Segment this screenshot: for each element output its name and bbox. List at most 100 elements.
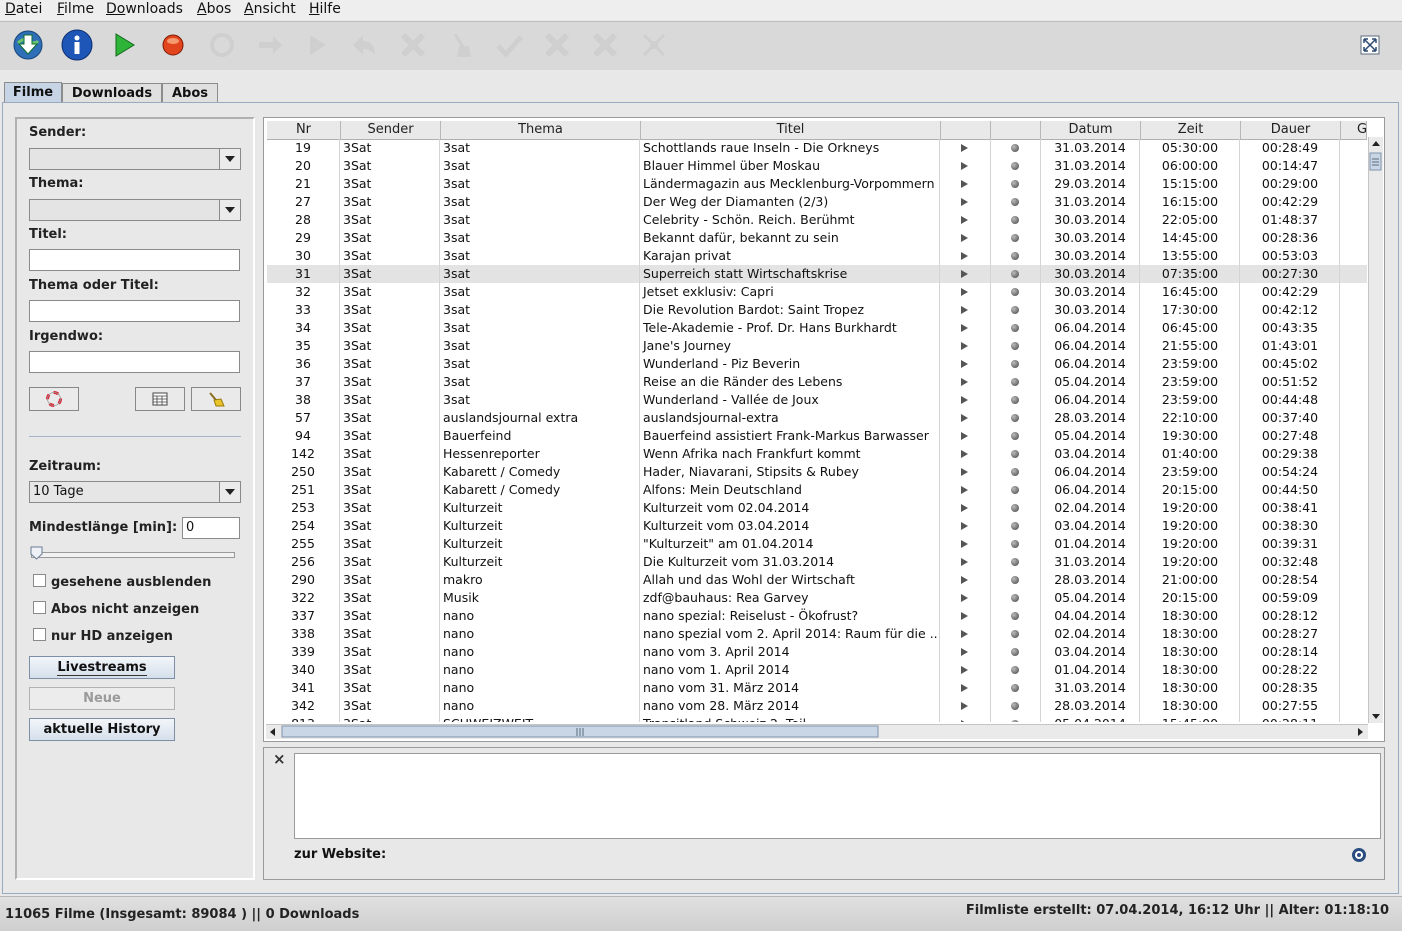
play-icon[interactable]: [961, 702, 968, 710]
record-icon[interactable]: [1011, 288, 1019, 296]
mindestlaenge-input[interactable]: 0: [182, 517, 240, 539]
chevron-down-icon[interactable]: [219, 200, 240, 220]
table-row[interactable]: 290 3Sat makro Allah und das Wohl der Wirts…: [267, 571, 1367, 589]
record-icon[interactable]: [1011, 630, 1019, 638]
menu-downloads[interactable]: Downloads: [106, 1, 183, 17]
table-row[interactable]: 322 3Sat Musik zdf@bauhaus: Rea Garvey 05.04…: [267, 589, 1367, 607]
info-button[interactable]: [61, 29, 93, 61]
table-row[interactable]: 8133SatSCHWEIZWEITTransitland Schweiz 2.…: [267, 715, 1367, 722]
play-icon[interactable]: [961, 522, 968, 530]
play-icon[interactable]: [961, 720, 968, 722]
col-sender[interactable]: Sender: [341, 121, 441, 139]
table-row[interactable]: 19 3Sat 3sat Schottlands raue Inseln - Die …: [267, 139, 1367, 157]
table-row[interactable]: 339 3Sat nano nano vom 3. April 2014 03.04.2…: [267, 643, 1367, 661]
record-icon[interactable]: [1011, 144, 1019, 152]
record-icon[interactable]: [1011, 558, 1019, 566]
table-row[interactable]: 256 3Sat Kulturzeit Die Kulturzeit vom 31.0…: [267, 553, 1367, 571]
table-row[interactable]: 38 3Sat 3sat Wunderland - Vallée de Joux 06.…: [267, 391, 1367, 409]
play-button[interactable]: [108, 29, 140, 61]
play-icon[interactable]: [961, 684, 968, 692]
clear-filter-button[interactable]: [191, 387, 241, 411]
record-icon[interactable]: [1011, 702, 1019, 710]
chevron-down-icon[interactable]: [219, 149, 240, 169]
play-icon[interactable]: [961, 414, 968, 422]
col-datum[interactable]: Datum: [1041, 121, 1141, 139]
col-play[interactable]: [941, 121, 991, 139]
mindestlaenge-slider-track[interactable]: [31, 552, 235, 558]
play-icon[interactable]: [961, 432, 968, 440]
table-row[interactable]: 57 3Sat auslandsjournal extra auslandsjourn…: [267, 409, 1367, 427]
play-icon[interactable]: [961, 342, 968, 350]
play-icon[interactable]: [961, 648, 968, 656]
play-icon[interactable]: [961, 144, 968, 152]
web-icon[interactable]: [1351, 847, 1367, 863]
menu-abos[interactable]: Abos: [197, 1, 231, 17]
record-icon[interactable]: [1011, 396, 1019, 404]
play-icon[interactable]: [961, 630, 968, 638]
record-icon[interactable]: [1011, 576, 1019, 584]
col-dauer[interactable]: Dauer: [1241, 121, 1341, 139]
close-icon[interactable]: ×: [273, 750, 286, 768]
record-icon[interactable]: [1011, 612, 1019, 620]
record-icon[interactable]: [1011, 216, 1019, 224]
menu-datei[interactable]: Datei: [5, 1, 42, 17]
table-horizontal-scrollbar[interactable]: [266, 724, 1368, 739]
titel-input[interactable]: [29, 249, 240, 271]
play-icon[interactable]: [961, 216, 968, 224]
play-icon[interactable]: [961, 666, 968, 674]
table-row[interactable]: 31 3Sat 3sat Superreich statt Wirtschaftskr…: [267, 265, 1367, 283]
play-icon[interactable]: [961, 252, 968, 260]
play-icon[interactable]: [961, 504, 968, 512]
table-row[interactable]: 20 3Sat 3sat Blauer Himmel über Moskau 31.03…: [267, 157, 1367, 175]
tab-filme[interactable]: Filme: [4, 82, 62, 104]
record-icon[interactable]: [1011, 414, 1019, 422]
record-icon[interactable]: [1011, 324, 1019, 332]
play-icon[interactable]: [961, 198, 968, 206]
record-icon[interactable]: [1011, 504, 1019, 512]
play-icon[interactable]: [961, 468, 968, 476]
table-row[interactable]: 142 3Sat Hessenreporter Wenn Afrika nach Fr…: [267, 445, 1367, 463]
record-icon[interactable]: [1011, 450, 1019, 458]
col-record[interactable]: [991, 121, 1041, 139]
table-row[interactable]: 27 3Sat 3sat Der Weg der Diamanten (2/3) 31.…: [267, 193, 1367, 211]
table-row[interactable]: 342 3Sat nano nano vom 28. März 2014 28.03.2…: [267, 697, 1367, 715]
record-icon[interactable]: [1011, 378, 1019, 386]
menu-hilfe[interactable]: Hilfe: [309, 1, 341, 17]
tab-downloads[interactable]: Downloads: [62, 83, 162, 103]
col-titel[interactable]: Titel: [641, 121, 941, 139]
record-icon[interactable]: [1011, 522, 1019, 530]
play-icon[interactable]: [961, 558, 968, 566]
abos-nicht-anzeigen-checkbox[interactable]: Abos nicht anzeigen: [33, 601, 199, 617]
play-icon[interactable]: [961, 270, 968, 278]
play-icon[interactable]: [961, 396, 968, 404]
play-icon[interactable]: [961, 486, 968, 494]
irgendwo-input[interactable]: [29, 351, 240, 373]
mindestlaenge-slider-handle[interactable]: [30, 546, 43, 560]
col-groesse[interactable]: Gı: [1341, 121, 1367, 139]
record-icon[interactable]: [1011, 198, 1019, 206]
record-icon[interactable]: [1011, 270, 1019, 278]
filmliste-laden-button[interactable]: [12, 29, 44, 61]
record-icon[interactable]: [1011, 648, 1019, 656]
sender-select[interactable]: [29, 148, 241, 170]
record-icon[interactable]: [1011, 666, 1019, 674]
col-zeit[interactable]: Zeit: [1141, 121, 1241, 139]
record-icon[interactable]: [1011, 306, 1019, 314]
col-thema[interactable]: Thema: [441, 121, 641, 139]
record-icon[interactable]: [1011, 720, 1019, 722]
record-icon[interactable]: [1011, 432, 1019, 440]
record-icon[interactable]: [1011, 162, 1019, 170]
table-row[interactable]: 37 3Sat 3sat Reise an die Ränder des Lebens…: [267, 373, 1367, 391]
play-icon[interactable]: [961, 234, 968, 242]
record-button[interactable]: [157, 29, 189, 61]
table-row[interactable]: 251 3Sat Kabarett / Comedy Alfons: Mein Deu…: [267, 481, 1367, 499]
table-row[interactable]: 21 3Sat 3sat Ländermagazin aus Mecklenburg-…: [267, 175, 1367, 193]
table-row[interactable]: 254 3Sat Kulturzeit Kulturzeit vom 03.04.20…: [267, 517, 1367, 535]
col-nr[interactable]: Nr: [267, 121, 341, 139]
table-row[interactable]: 341 3Sat nano nano vom 31. März 2014 31.03.2…: [267, 679, 1367, 697]
play-icon[interactable]: [961, 576, 968, 584]
description-text-area[interactable]: [294, 753, 1381, 839]
aktuelle-history-button[interactable]: aktuelle History: [29, 718, 175, 741]
filter-profile-button[interactable]: [135, 387, 185, 411]
tab-abos[interactable]: Abos: [162, 83, 218, 103]
